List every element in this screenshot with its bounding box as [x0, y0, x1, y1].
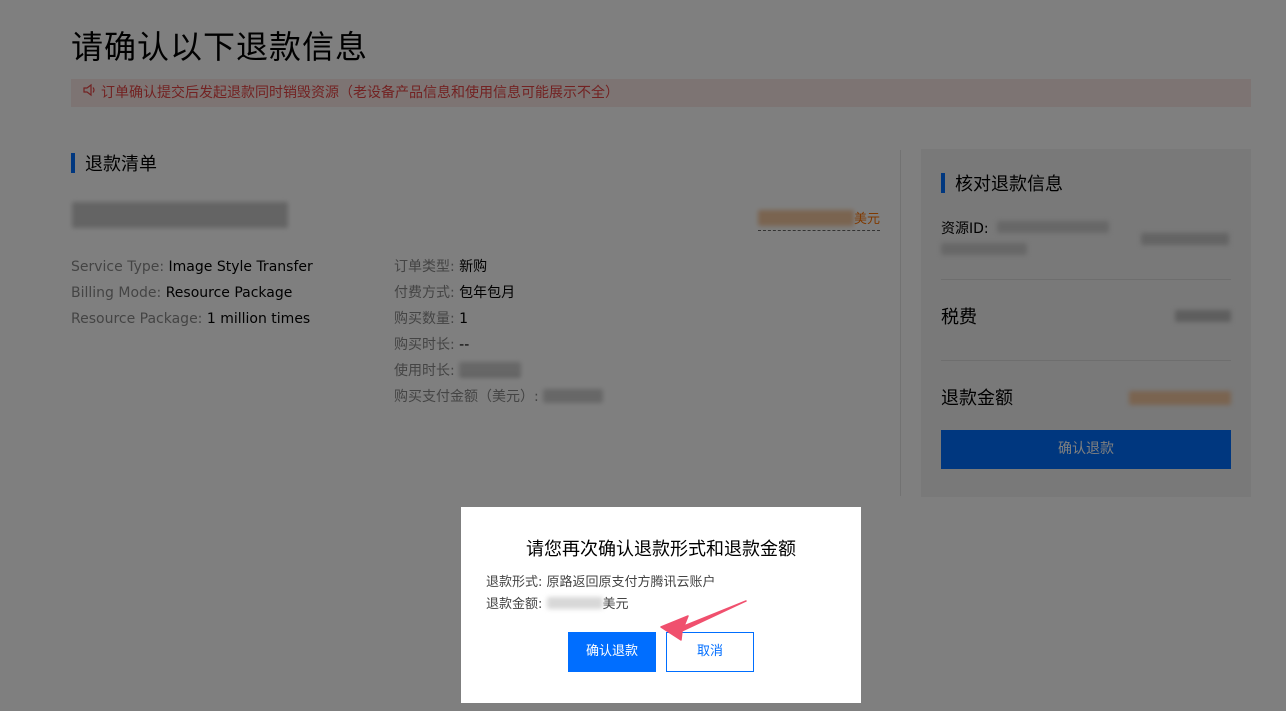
- dialog-title: 请您再次确认退款形式和退款金额: [526, 539, 796, 560]
- confirm-refund-dialog: 请您再次确认退款形式和退款金额 退款形式: 原路返回原支付方腾讯云账户 退款金额…: [461, 507, 861, 703]
- refund-amount-row: 退款金额: 美元: [486, 597, 629, 612]
- refund-method-row: 退款形式: 原路返回原支付方腾讯云账户: [486, 575, 716, 590]
- dialog-cancel-button[interactable]: 取消: [666, 632, 754, 672]
- dialog-amount-redacted: [546, 597, 603, 609]
- dialog-confirm-refund-button[interactable]: 确认退款: [568, 632, 656, 672]
- refund-confirm-page: 请确认以下退款信息 订单确认提交后发起退款同时销毁资源（老设备产品信息和使用信息…: [0, 0, 1286, 711]
